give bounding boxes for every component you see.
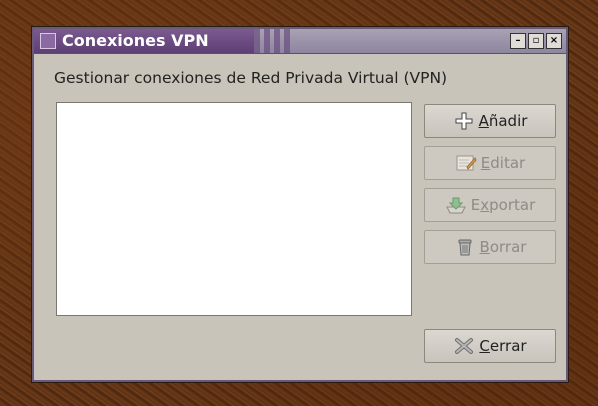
- app-icon: [40, 33, 56, 49]
- maximize-button[interactable]: ▫: [528, 33, 544, 49]
- add-label: ñadir: [488, 112, 528, 130]
- delete-label: orrar: [489, 238, 527, 256]
- plus-icon: [453, 110, 475, 132]
- close-mnemonic: C: [479, 337, 490, 355]
- titlebar[interactable]: Conexiones VPN – ▫ ×: [34, 29, 566, 54]
- header-label: Gestionar conexiones de Red Privada Virt…: [54, 69, 448, 87]
- close-window-button[interactable]: ×: [546, 33, 562, 49]
- export-prefix: E: [470, 196, 481, 214]
- close-button[interactable]: Cerrar: [424, 329, 556, 363]
- edit-label: ditar: [490, 154, 526, 172]
- edit-mnemonic: E: [480, 154, 491, 172]
- trash-icon: [454, 236, 476, 258]
- export-label: portar: [489, 196, 536, 214]
- delete-mnemonic: B: [479, 238, 490, 256]
- delete-button[interactable]: Borrar: [424, 230, 556, 264]
- window-title: Conexiones VPN: [62, 31, 209, 50]
- close-icon: [453, 335, 475, 357]
- window-controls: – ▫ ×: [510, 33, 562, 49]
- edit-button[interactable]: Editar: [424, 146, 556, 180]
- vpn-connections-list[interactable]: [56, 102, 412, 316]
- add-button[interactable]: Añadir: [424, 104, 556, 138]
- export-icon: [445, 194, 467, 216]
- vpn-connections-window: Conexiones VPN – ▫ × Gestionar conexione…: [32, 27, 568, 382]
- minimize-button[interactable]: –: [510, 33, 526, 49]
- close-label: errar: [489, 337, 527, 355]
- edit-icon: [455, 152, 477, 174]
- export-button[interactable]: Exportar: [424, 188, 556, 222]
- add-mnemonic: A: [478, 112, 489, 130]
- export-mnemonic: x: [480, 196, 490, 214]
